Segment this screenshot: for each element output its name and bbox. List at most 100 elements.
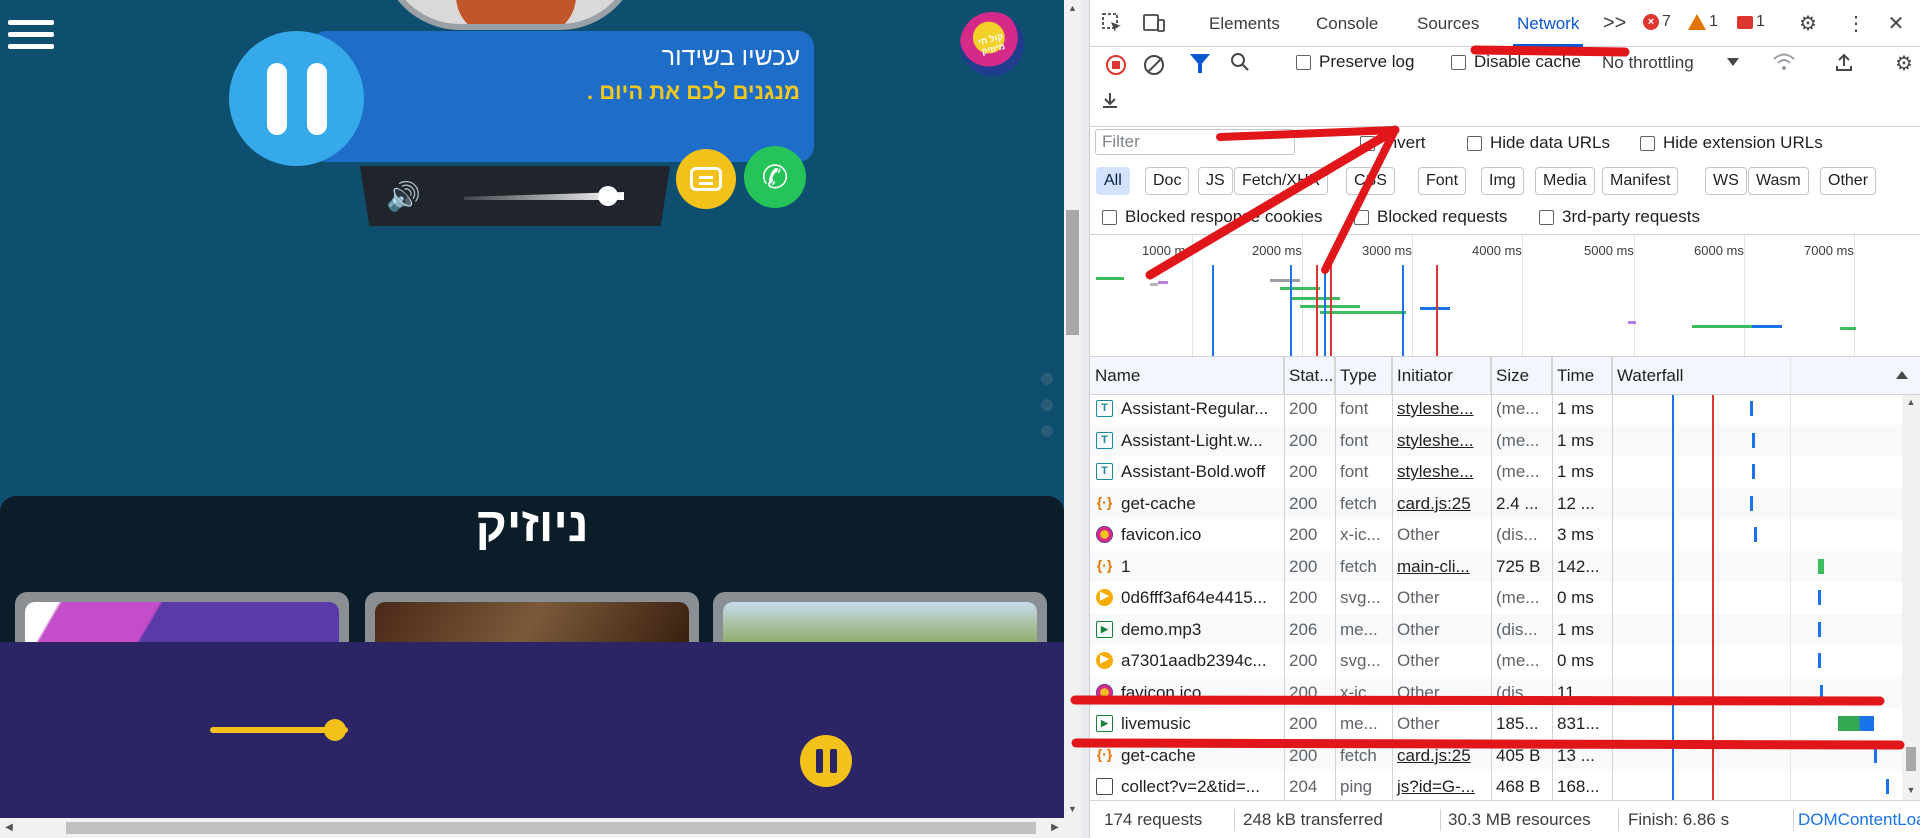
type-filter-js[interactable]: JS — [1198, 167, 1233, 195]
column-size[interactable]: Size — [1491, 357, 1552, 395]
inspect-element-icon[interactable] — [1098, 10, 1126, 36]
invert-checkbox[interactable]: Invert — [1360, 133, 1426, 153]
network-settings-gear-icon[interactable]: ⚙ — [1892, 52, 1916, 76]
request-initiator[interactable]: styleshe... — [1392, 456, 1491, 488]
more-tabs-icon[interactable]: >> — [1603, 0, 1626, 47]
request-row[interactable]: ▶ livemusic 200 me... Other 185... 831... — [1090, 708, 1902, 740]
request-initiator[interactable]: styleshe... — [1392, 395, 1491, 425]
column-status[interactable]: Stat... — [1284, 357, 1335, 395]
request-row[interactable]: collect?v=2&tid=... 204 ping js?id=G-... 468… — [1090, 771, 1902, 800]
tab-network[interactable]: Network — [1513, 0, 1584, 47]
warning-badge[interactable]: 1 — [1688, 13, 1718, 31]
album-card[interactable] — [15, 592, 349, 642]
column-name[interactable]: Name — [1090, 357, 1284, 395]
tab-console[interactable]: Console — [1316, 0, 1378, 47]
column-time[interactable]: Time — [1552, 357, 1612, 395]
main-pause-button[interactable] — [229, 31, 364, 166]
request-row[interactable]: ▶ a7301aadb2394c... 200 svg... Other (me... 0 … — [1090, 645, 1902, 677]
album-card[interactable] — [365, 592, 699, 642]
type-filter-font[interactable]: Font — [1418, 167, 1467, 195]
devtools-resize-handle[interactable] — [1081, 0, 1090, 838]
request-row[interactable]: {·} get-cache 200 fetch card.js:25 405 B 13 ..… — [1090, 739, 1902, 772]
third-party-requests-checkbox[interactable]: 3rd-party requests — [1539, 207, 1700, 227]
column-waterfall[interactable]: Waterfall — [1612, 357, 1902, 395]
type-filter-doc[interactable]: Doc — [1145, 167, 1190, 195]
search-icon[interactable] — [1228, 52, 1252, 76]
export-har-icon[interactable] — [1098, 90, 1122, 114]
hide-data-urls-checkbox[interactable]: Hide data URLs — [1467, 133, 1610, 153]
scroll-left-arrow-icon[interactable]: ◀ — [0, 818, 18, 838]
column-type[interactable]: Type — [1335, 357, 1392, 395]
close-devtools-icon[interactable]: ✕ — [1882, 10, 1910, 36]
request-row[interactable]: T Assistant-Bold.woff 200 font styleshe... (m… — [1090, 456, 1902, 488]
whatsapp-button[interactable]: ✆ — [744, 146, 806, 208]
scroll-up-arrow-icon[interactable]: ▲ — [1064, 0, 1081, 17]
disable-cache-checkbox[interactable]: Disable cache — [1451, 52, 1581, 72]
request-initiator[interactable]: styleshe... — [1392, 425, 1491, 457]
scroll-right-arrow-icon[interactable]: ▶ — [1046, 818, 1064, 838]
issues-badge[interactable]: 1 — [1737, 13, 1765, 31]
request-row[interactable]: favicon.ico 200 x-ic... Other (dis... 3 ms — [1090, 519, 1902, 551]
column-initiator[interactable]: Initiator — [1392, 357, 1491, 395]
settings-gear-icon[interactable]: ⚙ — [1794, 10, 1822, 36]
clear-log-icon[interactable] — [1144, 55, 1164, 75]
request-row[interactable]: {·} 1 200 fetch main-cli... 725 B 142... — [1090, 550, 1902, 583]
blocked-response-cookies-checkbox[interactable]: Blocked response cookies — [1102, 207, 1323, 227]
menu-icon[interactable] — [8, 20, 54, 54]
volume-icon[interactable]: 🔊 — [386, 180, 422, 214]
progress-slider-handle[interactable] — [323, 719, 346, 741]
network-overview-timeline[interactable]: 1000 ms 2000 ms 3000 ms 4000 ms 5000 ms 6000 … — [1090, 235, 1920, 357]
type-filter-img[interactable]: Img — [1481, 167, 1524, 195]
request-initiator[interactable]: main-cli... — [1392, 551, 1491, 583]
type-filter-other[interactable]: Other — [1820, 167, 1877, 195]
type-filter-media[interactable]: Media — [1535, 167, 1595, 195]
type-filter-manifest[interactable]: Manifest — [1602, 167, 1679, 195]
request-row[interactable]: ▶ demo.mp3 206 me... Other (dis... 1 ms — [1090, 613, 1902, 645]
chevron-down-icon[interactable] — [1727, 58, 1739, 66]
stop-recording-button[interactable] — [1106, 55, 1126, 75]
filter-input[interactable]: Filter — [1095, 129, 1295, 155]
scrollbar-thumb[interactable] — [1066, 210, 1079, 335]
requests-scrollbar[interactable]: ▲ ▼ — [1902, 395, 1920, 800]
scrollbar-thumb[interactable] — [66, 822, 1036, 834]
request-initiator[interactable]: card.js:25 — [1392, 488, 1491, 520]
throttling-select[interactable]: No throttling — [1602, 53, 1694, 73]
volume-slider-handle[interactable] — [598, 186, 618, 206]
album-card[interactable] — [713, 592, 1047, 642]
network-conditions-wifi-icon[interactable] — [1772, 52, 1796, 76]
blocked-requests-checkbox[interactable]: Blocked requests — [1354, 207, 1507, 227]
request-row[interactable]: {·} get-cache 200 fetch card.js:25 2.4 ... 12 … — [1090, 487, 1902, 520]
side-pagination-dots[interactable] — [1041, 373, 1053, 451]
request-row[interactable]: T Assistant-Light.w... 200 font styleshe...(… — [1090, 424, 1902, 457]
type-filter-fetch-xhr[interactable]: Fetch/XHR — [1234, 167, 1329, 195]
preserve-log-checkbox[interactable]: Preserve log — [1296, 52, 1414, 72]
request-initiator[interactable]: card.js:25 — [1392, 740, 1491, 772]
scroll-up-arrow-icon[interactable]: ▲ — [1902, 397, 1920, 407]
request-time: 831... — [1557, 714, 1600, 733]
more-options-icon[interactable]: ⋮ — [1842, 10, 1870, 36]
request-row[interactable]: favicon.ico 200 x-ic... Other (dis... 11 ... — [1090, 676, 1902, 708]
import-har-icon[interactable] — [1832, 52, 1856, 76]
bottom-pause-button[interactable] — [800, 735, 852, 787]
scroll-down-arrow-icon[interactable]: ▼ — [1064, 801, 1081, 818]
type-filter-wasm[interactable]: Wasm — [1748, 167, 1809, 195]
scrollbar-thumb[interactable] — [1906, 747, 1916, 771]
type-filter-ws[interactable]: WS — [1705, 167, 1747, 195]
tab-sources[interactable]: Sources — [1417, 0, 1479, 47]
error-badge[interactable]: × 7 — [1643, 13, 1671, 31]
type-filter-css[interactable]: CSS — [1346, 167, 1395, 195]
device-toolbar-icon[interactable] — [1140, 10, 1168, 36]
tab-elements[interactable]: Elements — [1209, 0, 1280, 47]
type-filter-all[interactable]: All — [1096, 167, 1130, 195]
chat-button[interactable] — [676, 149, 736, 209]
page-vertical-scrollbar[interactable]: ▲ ▼ — [1064, 0, 1081, 838]
site-logo[interactable]: קול חי מיוזיק — [960, 12, 1024, 76]
hide-extension-urls-checkbox[interactable]: Hide extension URLs — [1640, 133, 1823, 153]
sort-ascending-icon[interactable] — [1896, 371, 1908, 379]
page-horizontal-scrollbar[interactable]: ◀ ▶ — [0, 818, 1064, 838]
scroll-down-arrow-icon[interactable]: ▼ — [1902, 785, 1920, 795]
request-initiator[interactable]: js?id=G-... — [1392, 771, 1491, 800]
request-row[interactable]: T Assistant-Regular... 200 font styleshe... (… — [1090, 395, 1902, 425]
request-row[interactable]: ▶ 0d6fff3af64e4415... 200 svg... Other (me...… — [1090, 582, 1902, 614]
filter-toggle-icon[interactable] — [1190, 54, 1210, 73]
